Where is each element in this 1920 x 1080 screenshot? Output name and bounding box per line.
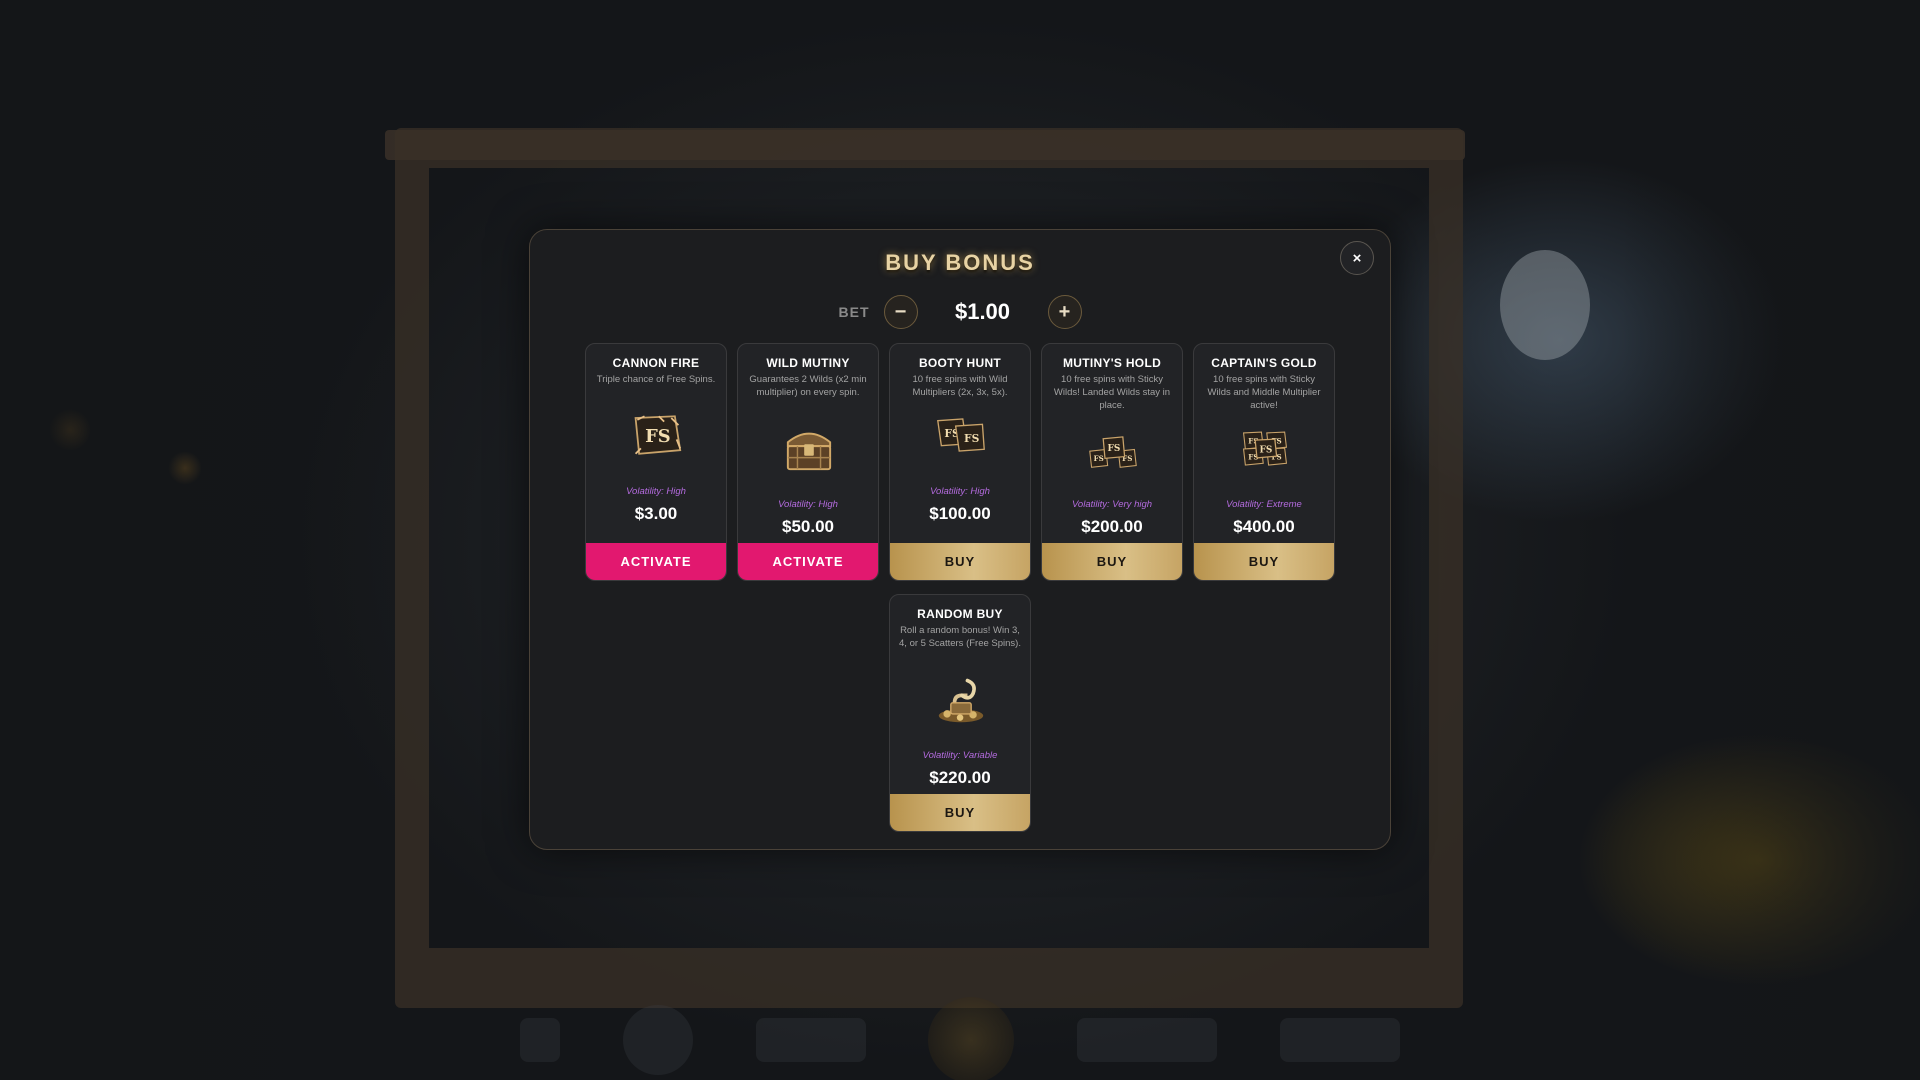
- card-price: $400.00: [1233, 517, 1295, 536]
- card-title: CAPTAIN'S GOLD: [1211, 356, 1317, 370]
- svg-text:FS: FS: [1108, 444, 1121, 454]
- card-volatility: Volatility: Extreme: [1226, 499, 1302, 510]
- hook-treasure-icon: [936, 675, 986, 725]
- buy-button[interactable]: BUY: [1042, 543, 1182, 580]
- bet-row: BET − $1.00 +: [530, 294, 1390, 330]
- bonus-card-mutinys-hold: MUTINY'S HOLD 10 free spins with Sticky …: [1041, 343, 1183, 581]
- bottom-hud: [520, 997, 1400, 1080]
- card-title: RANDOM BUY: [917, 607, 1003, 621]
- activate-button[interactable]: ACTIVATE: [586, 543, 726, 580]
- buy-button[interactable]: BUY: [890, 794, 1030, 831]
- card-description: Guarantees 2 Wilds (x2 min multiplier) o…: [749, 374, 867, 398]
- card-title: BOOTY HUNT: [918, 356, 1002, 370]
- bet-increase-button[interactable]: +: [1047, 295, 1082, 329]
- fs-flag-icon: FS: [632, 410, 682, 460]
- bonus-card-booty-hunt: BOOTY HUNT 10 free spins with Wild Multi…: [889, 343, 1031, 581]
- bonus-card-cannon-fire: CANNON FIRE Triple chance of Free Spins.…: [585, 343, 727, 581]
- hud-spin: [928, 997, 1015, 1080]
- fs-flags-icon: FS FS: [936, 410, 986, 460]
- hud-menu: [520, 1018, 560, 1062]
- card-price: $220.00: [929, 768, 991, 787]
- card-description: 10 free spins with Sticky Wilds! Landed …: [1053, 374, 1171, 411]
- card-volatility: Volatility: High: [930, 486, 990, 497]
- hud-bet: [1279, 1018, 1400, 1062]
- svg-text:FS: FS: [964, 432, 980, 445]
- card-description: Triple chance of Free Spins.: [596, 374, 716, 385]
- hud-info: [755, 1018, 866, 1062]
- card-price: $200.00: [1081, 517, 1143, 536]
- card-description: 10 free spins with Sticky Wilds and Midd…: [1207, 374, 1321, 411]
- hud-autoplay: [622, 1005, 693, 1075]
- svg-text:FS: FS: [1260, 446, 1273, 456]
- card-price: $50.00: [782, 517, 834, 536]
- cave-wall-right: [1620, 0, 1920, 1080]
- card-volatility: Volatility: Very high: [1071, 499, 1153, 510]
- moon: [1500, 250, 1590, 360]
- card-volatility: Volatility: High: [778, 499, 838, 510]
- close-button[interactable]: ×: [1340, 241, 1374, 275]
- card-description: 10 free spins with Wild Multipliers (2x,…: [912, 374, 1008, 398]
- fs-flags-quad-icon: FS FS FS FS FS: [1240, 424, 1290, 474]
- cave-wall-left: [0, 0, 400, 1080]
- card-price: $3.00: [634, 504, 678, 523]
- buy-button[interactable]: BUY: [890, 543, 1030, 580]
- card-price: $100.00: [929, 504, 991, 523]
- bonus-card-wild-mutiny: WILD MUTINY Guarantees 2 Wilds (x2 min m…: [737, 343, 879, 581]
- card-title: WILD MUTINY: [766, 356, 850, 370]
- card-title: CANNON FIRE: [612, 356, 700, 370]
- card-description: Roll a random bonus! Win 3, 4, or 5 Scat…: [899, 625, 1021, 649]
- svg-text:FS: FS: [1094, 454, 1104, 463]
- buy-bonus-modal: BUY BONUS × BET − $1.00 + CANNON FIRE Tr…: [529, 229, 1391, 850]
- bet-label: BET: [838, 304, 870, 320]
- fs-flags-triple-icon: FS FS FS: [1088, 428, 1138, 478]
- bonus-card-captains-gold: CAPTAIN'S GOLD 10 free spins with Sticky…: [1193, 343, 1335, 581]
- card-volatility: Volatility: High: [626, 486, 686, 497]
- svg-text:FS: FS: [645, 426, 671, 447]
- bet-decrease-button[interactable]: −: [883, 295, 918, 329]
- bonus-card-random-buy: RANDOM BUY Roll a random bonus! Win 3, 4…: [889, 594, 1031, 832]
- card-title: MUTINY'S HOLD: [1062, 356, 1162, 370]
- treasure-chest-icon: [784, 424, 834, 474]
- modal-title: BUY BONUS: [885, 250, 1035, 275]
- buy-button[interactable]: BUY: [1194, 543, 1334, 580]
- hud-balance: [1077, 1018, 1218, 1062]
- activate-button[interactable]: ACTIVATE: [738, 543, 878, 580]
- bet-value: $1.00: [954, 299, 1011, 324]
- card-volatility: Volatility: Variable: [922, 750, 998, 761]
